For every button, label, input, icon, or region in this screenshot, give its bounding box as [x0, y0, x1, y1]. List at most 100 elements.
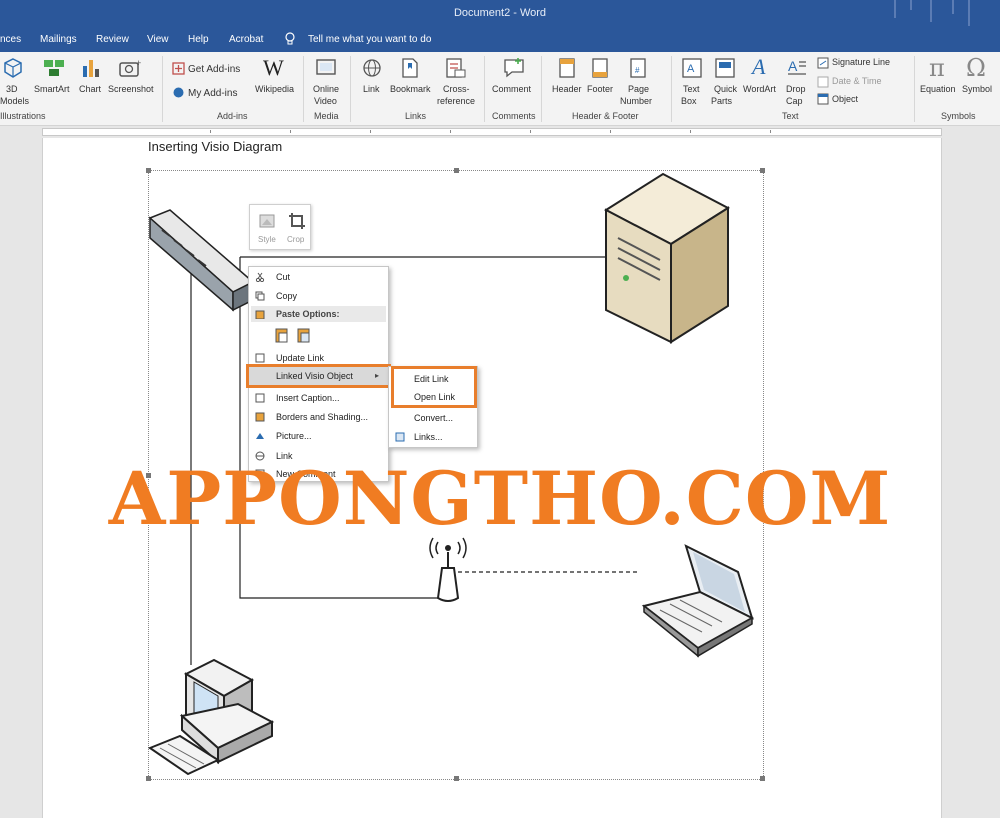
- 3d-models-icon[interactable]: [2, 57, 24, 79]
- tab-references[interactable]: nces: [0, 34, 21, 45]
- comment-icon[interactable]: [502, 57, 526, 79]
- menu-item-insert-caption[interactable]: Insert Caption...: [249, 389, 388, 407]
- page-number-label-1: Page: [628, 84, 650, 94]
- drop-cap-icon[interactable]: A: [786, 57, 808, 79]
- crop-icon[interactable]: [287, 211, 307, 231]
- tab-view[interactable]: View: [147, 34, 169, 45]
- copy-icon: [255, 291, 265, 301]
- link-icon[interactable]: [360, 57, 384, 79]
- wordart-icon[interactable]: A: [752, 55, 765, 79]
- menu-item-linked-visio-object-label: Linked Visio Object: [276, 371, 353, 381]
- lightbulb-icon[interactable]: [284, 31, 296, 47]
- cross-reference-label-1: Cross-: [443, 84, 470, 94]
- object-button[interactable]: Object: [832, 94, 858, 105]
- menu-item-linked-visio-object[interactable]: Linked Visio Object ▸: [246, 364, 391, 388]
- footer-label: Footer: [587, 84, 614, 94]
- symbol-icon[interactable]: Ω: [966, 54, 986, 82]
- screenshot-icon[interactable]: +: [118, 58, 142, 78]
- link-label: Link: [363, 84, 380, 94]
- titlebar-decoration: [952, 0, 954, 14]
- group-header-footer-label: Header & Footer: [572, 111, 639, 121]
- wordart-label: WordArt: [743, 84, 776, 94]
- wikipedia-label: Wikipedia: [255, 84, 295, 94]
- watermark-text: APPONGTHO.COM: [108, 456, 892, 542]
- signature-line-button[interactable]: Signature Line: [832, 57, 890, 68]
- date-time-button[interactable]: Date & Time: [832, 76, 882, 87]
- tell-me-search[interactable]: Tell me what you want to do: [308, 34, 431, 45]
- paste-keep-formatting-icon[interactable]: [275, 327, 289, 343]
- style-button[interactable]: Style: [258, 235, 276, 244]
- page-number-icon[interactable]: #: [628, 57, 648, 79]
- ruler-tick: [530, 130, 531, 133]
- document-heading[interactable]: Inserting Visio Diagram: [148, 139, 282, 154]
- text-box-icon[interactable]: A: [681, 57, 703, 79]
- date-time-icon[interactable]: [817, 76, 829, 88]
- group-illustrations-label: Illustrations: [0, 111, 46, 121]
- menu-item-borders-shading[interactable]: Borders and Shading...: [249, 408, 388, 426]
- chart-icon[interactable]: [80, 57, 102, 79]
- menu-item-links[interactable]: Links...: [414, 432, 443, 442]
- online-video-label-1: Online: [313, 84, 340, 94]
- laptop-icon: [641, 544, 755, 658]
- caption-icon: [255, 393, 265, 403]
- menu-item-cut[interactable]: Cut: [249, 268, 388, 286]
- svg-text:#: #: [635, 66, 640, 75]
- paste-options-header: Paste Options:: [251, 306, 386, 322]
- my-addins-icon[interactable]: [172, 86, 185, 99]
- style-icon[interactable]: [258, 211, 278, 231]
- horizontal-ruler[interactable]: [0, 126, 1000, 138]
- paste-picture-icon[interactable]: [297, 327, 311, 343]
- tab-review[interactable]: Review: [96, 34, 129, 45]
- ribbon-tabs: nces Mailings Review View Help Acrobat T…: [0, 28, 1000, 52]
- ruler-tick: [610, 130, 611, 133]
- footer-icon[interactable]: [590, 57, 610, 79]
- my-addins-button[interactable]: My Add-ins: [188, 88, 237, 99]
- ribbon-separator: [541, 56, 542, 122]
- quick-parts-icon[interactable]: [714, 57, 736, 79]
- get-addins-button[interactable]: Get Add-ins: [188, 64, 240, 75]
- wikipedia-icon[interactable]: W: [263, 56, 284, 80]
- group-symbols-label: Symbols: [941, 111, 976, 121]
- window-title: Document2 - Word: [453, 7, 547, 19]
- bookmark-label: Bookmark: [390, 84, 431, 94]
- submenu-arrow-icon: ▸: [375, 371, 380, 380]
- update-link-icon: [255, 353, 265, 363]
- quick-parts-label-2: Parts: [711, 96, 733, 106]
- tab-mailings[interactable]: Mailings: [40, 34, 77, 45]
- server-tower-icon: [603, 172, 731, 344]
- menu-item-convert[interactable]: Convert...: [414, 413, 453, 423]
- header-label: Header: [552, 84, 582, 94]
- ribbon-separator: [484, 56, 485, 122]
- wireless-access-point-icon: [429, 537, 467, 602]
- signature-line-icon[interactable]: [817, 57, 829, 69]
- symbol-label: Symbol: [962, 84, 993, 94]
- group-links-label: Links: [405, 111, 427, 121]
- get-addins-icon[interactable]: [172, 62, 185, 75]
- screenshot-label: Screenshot: [108, 84, 154, 94]
- group-addins-label: Add-ins: [217, 111, 248, 121]
- submenu-highlight-box: [391, 366, 477, 408]
- tab-help[interactable]: Help: [188, 34, 209, 45]
- ruler-tick: [290, 130, 291, 133]
- svg-text:A: A: [687, 63, 695, 75]
- online-video-icon[interactable]: [314, 57, 338, 79]
- paste-icon: [255, 310, 265, 319]
- cross-reference-icon[interactable]: [444, 57, 468, 79]
- tab-acrobat[interactable]: Acrobat: [229, 34, 263, 45]
- network-switch-icon: [148, 209, 255, 312]
- title-bar: Document2 - Word: [0, 0, 1000, 28]
- equation-icon[interactable]: π: [929, 54, 945, 82]
- object-icon[interactable]: [817, 93, 829, 105]
- menu-item-copy[interactable]: Copy: [249, 287, 388, 305]
- header-icon[interactable]: [557, 57, 577, 79]
- quick-parts-label-1: Quick: [714, 84, 738, 94]
- borders-icon: [255, 412, 265, 422]
- 3d-models-sub-label[interactable]: Models: [0, 96, 29, 107]
- drop-cap-label-2: Cap: [786, 96, 803, 106]
- bookmark-icon[interactable]: [400, 57, 420, 79]
- smartart-icon[interactable]: [42, 58, 66, 78]
- scissors-icon: [255, 272, 265, 282]
- menu-item-picture[interactable]: Picture...: [249, 427, 388, 445]
- crop-button[interactable]: Crop: [287, 235, 304, 244]
- paste-options-label: Paste Options:: [276, 309, 340, 319]
